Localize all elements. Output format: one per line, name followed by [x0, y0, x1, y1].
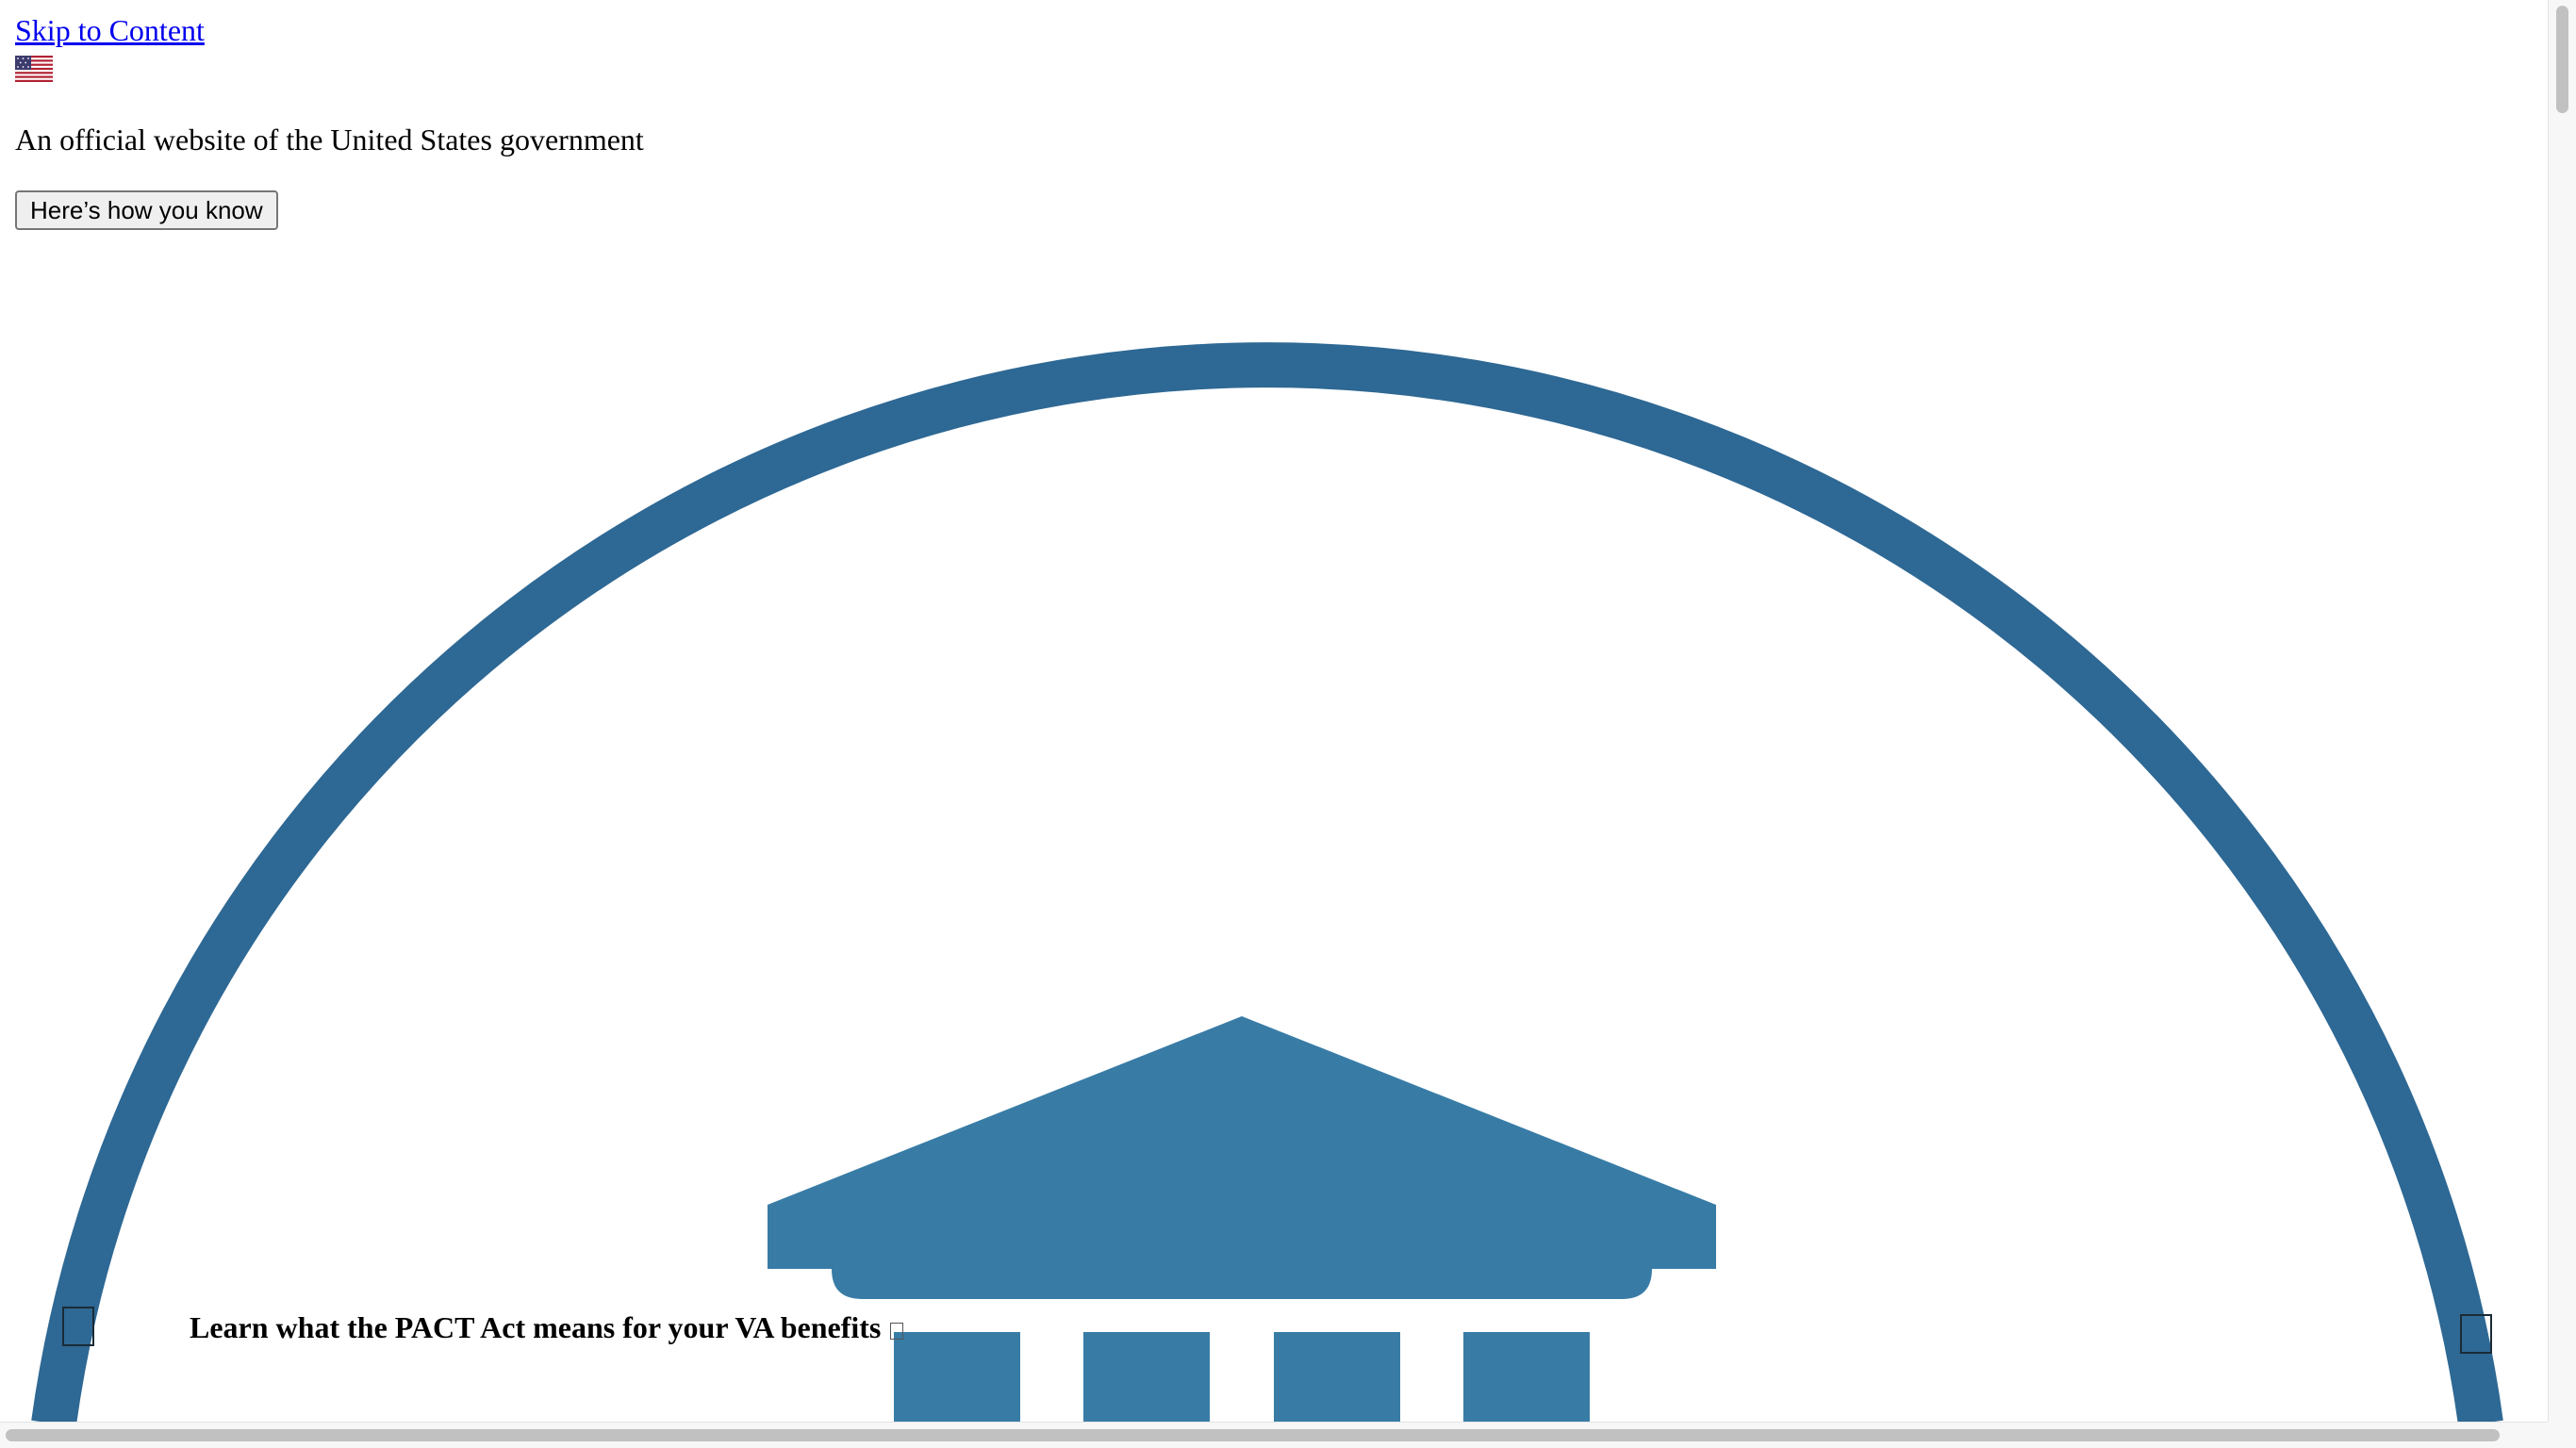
external-link-icon [890, 1323, 904, 1340]
vertical-scrollbar[interactable] [2548, 0, 2576, 1423]
carousel-previous-button[interactable] [62, 1307, 94, 1346]
horizontal-scrollbar-thumb[interactable] [6, 1429, 2500, 1441]
pact-act-link-text[interactable]: Learn what the PACT Act means for your V… [190, 1310, 881, 1344]
logo-column [1463, 1332, 1590, 1423]
pact-act-banner[interactable]: Learn what the PACT Act means for your V… [190, 1310, 904, 1345]
logo-roof [768, 1016, 1716, 1299]
logo-column [1083, 1332, 1210, 1423]
logo-column [1274, 1332, 1400, 1423]
carousel-next-button[interactable] [2460, 1314, 2492, 1354]
logo-column [894, 1332, 1020, 1423]
vertical-scrollbar-thumb[interactable] [2556, 6, 2568, 113]
va-building-logo-icon [31, 342, 2503, 1423]
scrollbar-corner [2548, 1422, 2576, 1448]
horizontal-scrollbar[interactable] [0, 1422, 2548, 1448]
